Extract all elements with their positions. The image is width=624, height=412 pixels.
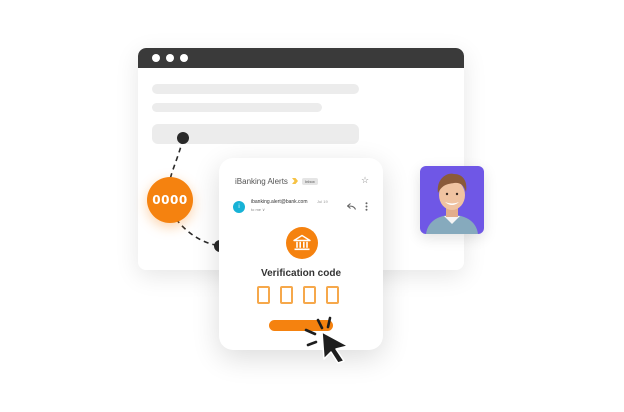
code-digit-2[interactable] [280,286,293,304]
bank-logo [286,227,318,259]
email-date: Jul 19 [317,199,328,204]
email-subject: iBanking Alerts [235,177,288,186]
user-avatar [420,166,484,234]
recipient-line[interactable]: to me ∨ [251,207,265,212]
verification-title: Verification code [260,268,342,279]
pointer-cursor-icon [304,316,349,364]
skeleton-line-2 [152,103,322,112]
sender-email: ibanking.alert@bank.com [251,199,308,205]
reply-icon[interactable] [347,203,356,210]
important-marker-icon [292,178,298,184]
sender-avatar: i [233,201,245,213]
window-dot-2[interactable] [166,54,174,62]
person-photo [426,173,478,234]
skeleton-line-1 [152,84,359,94]
code-digit-3[interactable] [303,286,316,304]
skeleton-input [152,124,359,144]
window-dot-1[interactable] [152,54,160,62]
code-digit-4[interactable] [326,286,339,304]
browser-title-bar [138,48,464,68]
inbox-label[interactable]: Inbox [302,178,318,185]
code-digit-1[interactable] [257,286,270,304]
more-vertical-icon[interactable] [365,202,368,211]
window-dot-3[interactable] [180,54,188,62]
star-icon[interactable]: ☆ [361,176,369,185]
bank-icon [293,234,311,251]
code-badge: 0000 [147,177,193,223]
